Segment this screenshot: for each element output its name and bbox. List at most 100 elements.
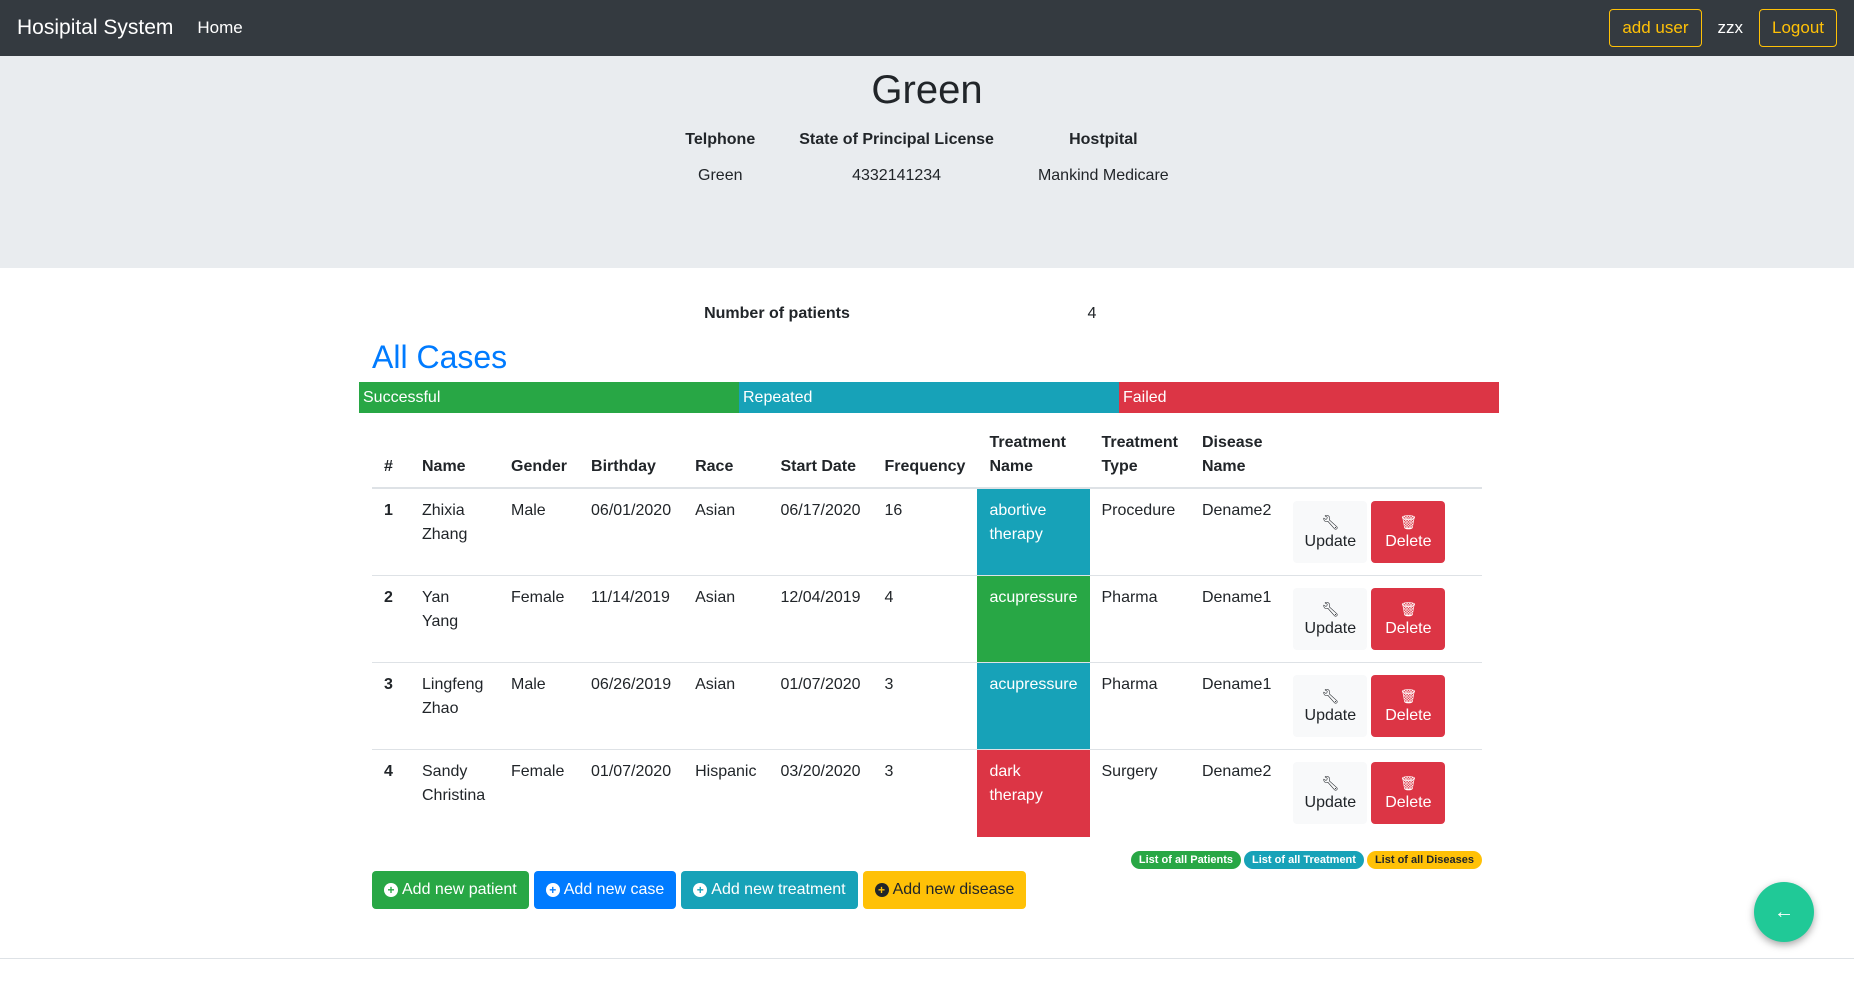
- list-patients-badge[interactable]: List of all Patients: [1130, 850, 1242, 869]
- cases-table: # Name Gender Birthday Race Start Date F…: [372, 423, 1482, 837]
- hospital-label: Hostpital: [1069, 131, 1138, 148]
- add-patient-label: Add new patient: [402, 880, 517, 898]
- patient-name: Zhixia Zhang: [410, 487, 499, 576]
- treatment-name: abortive therapy: [977, 487, 1090, 576]
- delete-label: Delete: [1385, 619, 1432, 637]
- legend-failed: Failed: [1119, 382, 1499, 413]
- col-num: #: [372, 423, 410, 489]
- logout-button[interactable]: Logout: [1759, 9, 1837, 47]
- col-treatment-type: Treatment Type: [1089, 423, 1190, 489]
- add-user-button[interactable]: add user: [1609, 9, 1702, 47]
- add-treatment-button[interactable]: + Add new treatment: [681, 870, 858, 909]
- add-disease-button[interactable]: + Add new disease: [862, 870, 1027, 909]
- update-label: Update: [1304, 793, 1357, 811]
- profile-header: Green Telphone State of Principal Licens…: [0, 56, 1854, 268]
- case-frequency: 4: [872, 575, 978, 663]
- add-case-button[interactable]: + Add new case: [533, 870, 677, 909]
- table-row: 4 Sandy Christina Female 01/07/2020 Hispanic…: [372, 749, 1482, 837]
- patient-race: Hispanic: [683, 749, 769, 837]
- doctor-name: Green: [871, 68, 983, 112]
- patient-count-value: 4: [1087, 305, 1097, 322]
- col-actions: [1283, 423, 1482, 489]
- case-start-date: 12/04/2019: [768, 575, 873, 663]
- row-actions: 🔧︎ Update 🗑︎ Delete: [1283, 487, 1482, 576]
- trash-icon: 🗑︎: [1399, 774, 1418, 791]
- plus-circle-icon: +: [384, 882, 398, 897]
- col-frequency: Frequency: [872, 423, 978, 489]
- patient-birthday: 06/01/2020: [579, 487, 684, 576]
- disease-name: Dename1: [1189, 575, 1284, 663]
- delete-button[interactable]: 🗑︎ Delete: [1371, 501, 1446, 563]
- patient-birthday: 11/14/2019: [579, 575, 684, 663]
- add-treatment-label: Add new treatment: [711, 880, 846, 898]
- trash-icon: 🗑︎: [1399, 513, 1418, 530]
- arrow-back-icon: ←: [1774, 900, 1794, 923]
- disease-name: Dename1: [1189, 662, 1284, 750]
- col-birthday: Birthday: [579, 423, 684, 489]
- delete-button[interactable]: 🗑︎ Delete: [1371, 588, 1446, 650]
- action-buttons: + Add new patient + Add new case + Add n…: [372, 870, 1497, 909]
- update-label: Update: [1304, 532, 1357, 550]
- add-case-label: Add new case: [563, 880, 665, 898]
- treatment-name: acupressure: [977, 575, 1090, 663]
- patient-race: Asian: [683, 487, 769, 576]
- status-legend: Successful Repeated Failed: [359, 382, 1499, 413]
- plus-circle-icon: +: [693, 882, 708, 897]
- col-start-date: Start Date: [768, 423, 873, 489]
- case-frequency: 3: [872, 749, 978, 837]
- cases-title: All Cases: [372, 339, 508, 375]
- delete-label: Delete: [1385, 532, 1432, 550]
- plus-circle-icon: +: [545, 882, 560, 897]
- col-treatment-name: Treatment Name: [977, 423, 1090, 489]
- cases-header-row: # Name Gender Birthday Race Start Date F…: [372, 423, 1482, 489]
- plus-circle-icon: +: [874, 882, 889, 897]
- list-diseases-badge[interactable]: List of all Diseases: [1366, 850, 1482, 869]
- update-button[interactable]: 🔧︎ Update: [1293, 501, 1368, 563]
- row-num: 3: [372, 662, 410, 750]
- delete-button[interactable]: 🗑︎ Delete: [1371, 762, 1446, 824]
- username-label: zzx: [1717, 18, 1744, 37]
- patient-name: Yan Yang: [410, 575, 499, 663]
- delete-button[interactable]: 🗑︎ Delete: [1371, 675, 1446, 737]
- case-frequency: 3: [872, 662, 978, 750]
- patient-name: Lingfeng Zhao: [410, 662, 499, 750]
- patient-gender: Male: [499, 662, 580, 750]
- treatment-name: dark therapy: [977, 749, 1090, 837]
- add-patient-button[interactable]: + Add new patient: [372, 870, 529, 909]
- treatment-type: Procedure: [1089, 487, 1190, 576]
- patient-gender: Male: [499, 487, 580, 576]
- col-name: Name: [410, 423, 499, 489]
- row-num: 1: [372, 487, 410, 576]
- list-treatment-badge[interactable]: List of all Treatment: [1244, 850, 1364, 869]
- patient-race: Asian: [683, 662, 769, 750]
- back-fab-button[interactable]: ←: [1754, 882, 1814, 942]
- patient-birthday: 06/26/2019: [579, 662, 684, 750]
- wrench-icon: 🔧︎: [1321, 600, 1340, 617]
- update-label: Update: [1304, 619, 1357, 637]
- case-start-date: 03/20/2020: [768, 749, 873, 837]
- license-label: State of Principal License: [799, 131, 994, 148]
- trash-icon: 🗑︎: [1399, 687, 1418, 704]
- list-badges: List of all Patients List of all Treatme…: [357, 850, 1482, 869]
- update-button[interactable]: 🔧︎ Update: [1293, 588, 1368, 650]
- legend-successful: Successful: [359, 382, 739, 413]
- update-button[interactable]: 🔧︎ Update: [1293, 762, 1368, 824]
- profile-info-table: Telphone State of Principal License Host…: [663, 125, 1190, 197]
- treatment-name: acupressure: [977, 662, 1090, 750]
- wrench-icon: 🔧︎: [1321, 774, 1340, 791]
- brand-link[interactable]: Hosipital System: [17, 16, 173, 40]
- update-button[interactable]: 🔧︎ Update: [1293, 675, 1368, 737]
- update-label: Update: [1304, 706, 1357, 724]
- nav-home-link[interactable]: Home: [197, 18, 242, 38]
- disease-name: Dename2: [1189, 487, 1284, 576]
- main-content: Number of patients 4 All Cases Successfu…: [357, 305, 1499, 909]
- col-gender: Gender: [499, 423, 580, 489]
- patient-name: Sandy Christina: [410, 749, 499, 837]
- patient-count-row: Number of patients 4: [357, 305, 1497, 323]
- case-frequency: 16: [872, 487, 978, 576]
- table-row: 3 Lingfeng Zhao Male 06/26/2019 Asian 01/07/2…: [372, 662, 1482, 750]
- cases-table-body: 1 Zhixia Zhang Male 06/01/2020 Asian 06/17/20…: [372, 487, 1482, 837]
- row-actions: 🔧︎ Update 🗑︎ Delete: [1283, 662, 1482, 750]
- treatment-type: Pharma: [1089, 662, 1190, 750]
- row-num: 4: [372, 749, 410, 837]
